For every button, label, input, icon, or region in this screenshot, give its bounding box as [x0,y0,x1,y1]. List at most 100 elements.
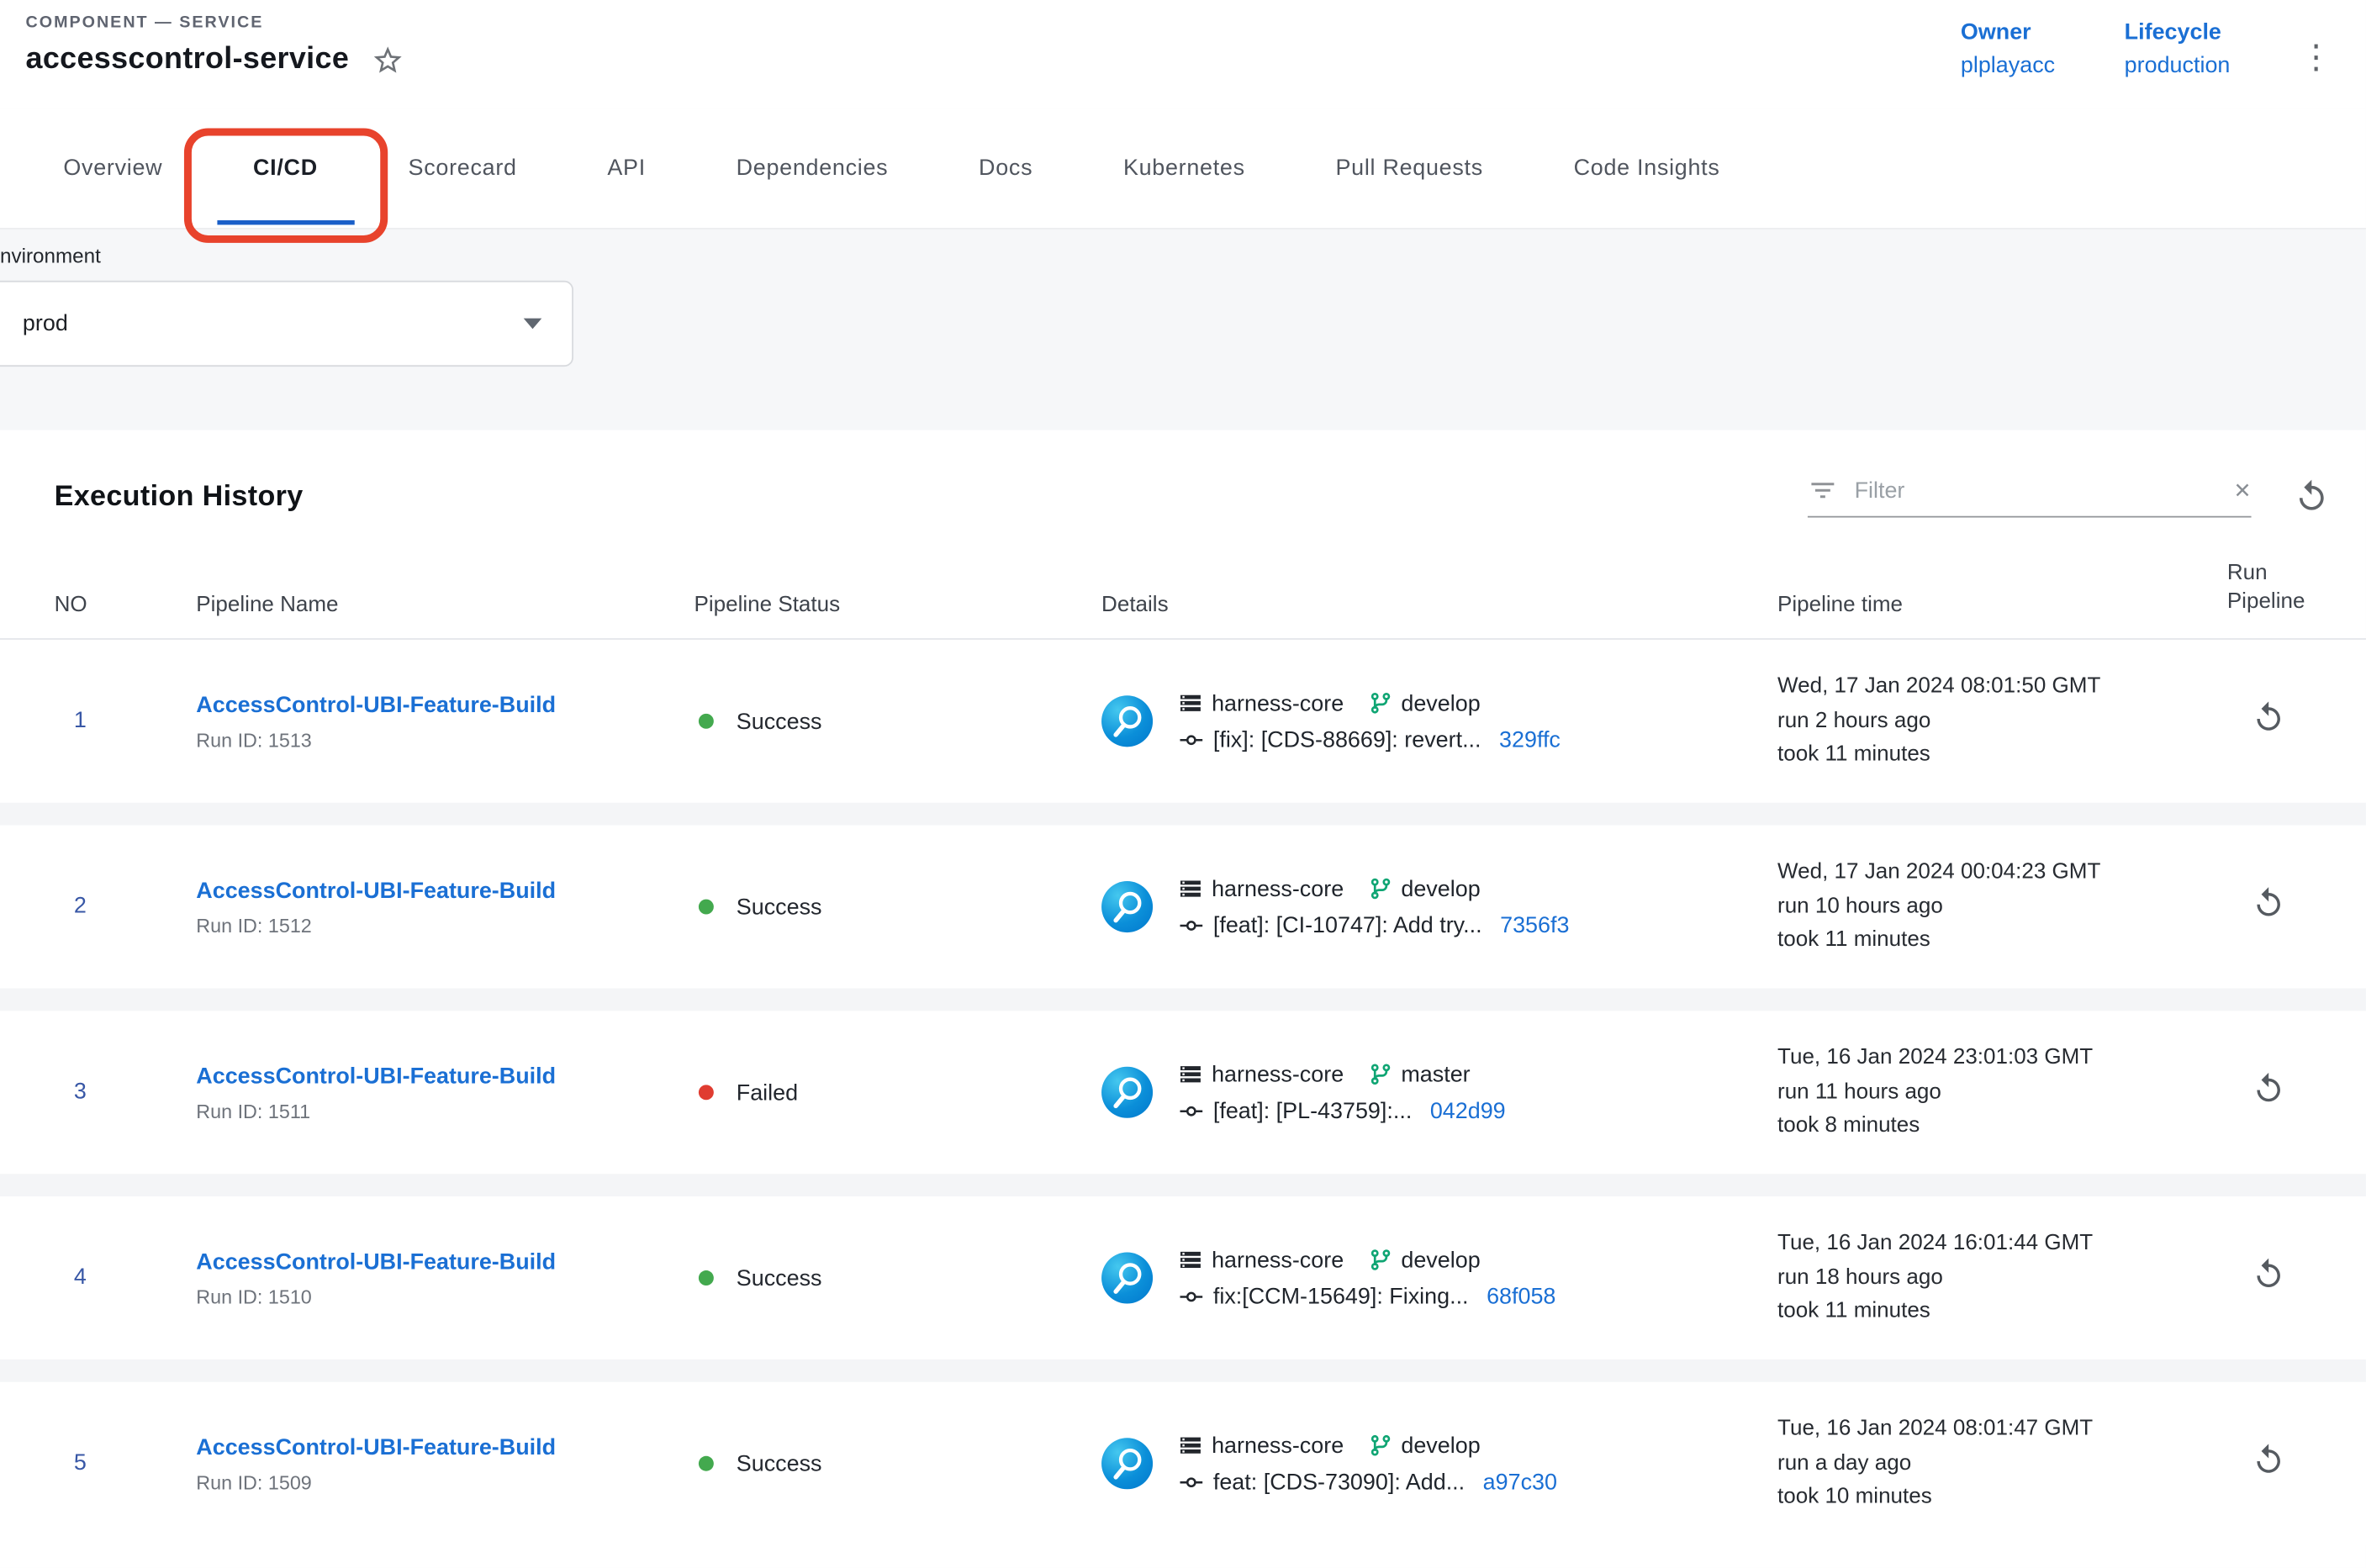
pipeline-name-link[interactable]: AccessControl-UBI-Feature-Build [196,1434,556,1460]
column-run-line2: Pipeline [2227,589,2336,617]
repository-name: harness-core [1212,876,1344,902]
branch-name: develop [1401,690,1480,716]
status-dot [699,1456,714,1471]
refresh-icon[interactable] [2294,478,2330,515]
execution-row: 3 AccessControl-UBI-Feature-Build Run ID… [0,1011,2366,1174]
pipeline-name-link[interactable]: AccessControl-UBI-Feature-Build [196,1249,556,1275]
tab-bar: Overview CI/CD Scorecard API Dependencie… [0,108,2366,230]
column-pipeline-status: Pipeline Status [694,593,1102,617]
lifecycle-label: Lifecycle [2125,19,2231,45]
commit-hash-link[interactable]: 7356f3 [1500,912,1569,938]
tab-cicd[interactable]: CI/CD [208,108,363,228]
repository-name: harness-core [1212,690,1344,716]
run-id-label: Run ID: 1511 [196,1099,694,1122]
column-run-line1: Run [2227,560,2336,589]
table-header: NO Pipeline Name Pipeline Status Details… [0,560,2366,640]
execution-row: 5 AccessControl-UBI-Feature-Build Run ID… [0,1382,2366,1545]
row-number-link[interactable]: 2 [55,893,87,919]
owner-meta: Owner plplayacc [1961,19,2055,78]
git-commit-icon [1179,1469,1205,1495]
column-pipeline-time: Pipeline time [1777,593,2227,617]
filter-input[interactable] [1855,478,2217,504]
clear-filter-icon[interactable]: ✕ [2233,478,2251,504]
tab-docs[interactable]: Docs [933,108,1078,228]
commit-hash-link[interactable]: 042d99 [1430,1098,1506,1124]
pipeline-name-link[interactable]: AccessControl-UBI-Feature-Build [196,878,556,904]
commit-hash-link[interactable]: a97c30 [1483,1469,1557,1495]
pipeline-icon [1101,695,1153,747]
git-branch-icon [1368,877,1392,901]
run-id-label: Run ID: 1513 [196,728,694,751]
row-divider [0,988,2366,1011]
branch-name: master [1401,1062,1470,1088]
pipeline-icon [1101,881,1153,932]
entity-header: COMPONENT — SERVICE accesscontrol-servic… [0,0,2366,108]
pipeline-icon [1101,1067,1153,1118]
more-options-icon[interactable]: ⋮ [2300,19,2332,74]
filter-area: ✕ [1808,475,2330,517]
entity-header-left: COMPONENT — SERVICE accesscontrol-servic… [26,13,405,108]
repository-icon [1179,877,1203,901]
row-divider [0,803,2366,826]
run-pipeline-icon[interactable] [2252,885,2286,920]
environment-select[interactable]: prod [0,281,573,367]
run-id-label: Run ID: 1512 [196,914,694,937]
run-pipeline-icon[interactable] [2252,700,2286,735]
tab-scorecard[interactable]: Scorecard [363,108,562,228]
pipeline-name-link[interactable]: AccessControl-UBI-Feature-Build [196,1063,556,1089]
tab-pull-requests[interactable]: Pull Requests [1291,108,1529,228]
pipeline-icon [1101,1438,1153,1489]
tab-kubernetes[interactable]: Kubernetes [1078,108,1291,228]
column-details: Details [1101,593,1777,617]
pipeline-date: Wed, 17 Jan 2024 00:04:23 GMT [1777,856,2227,890]
run-pipeline-icon[interactable] [2252,1071,2286,1106]
repository-icon [1179,1062,1203,1086]
pipeline-run-ago: run a day ago [1777,1447,2227,1481]
owner-link[interactable]: plplayacc [1961,53,2055,79]
repository-icon [1179,1433,1203,1458]
tab-overview[interactable]: Overview [18,108,209,228]
run-pipeline-icon[interactable] [2252,1443,2286,1477]
tab-api[interactable]: API [562,108,691,228]
column-no: NO [55,593,197,617]
filter-field[interactable]: ✕ [1808,475,2252,517]
branch-name: develop [1401,1433,1480,1459]
row-number-link[interactable]: 1 [55,708,87,734]
git-branch-icon [1368,1433,1392,1458]
row-number-link[interactable]: 5 [55,1450,87,1476]
pipeline-duration: took 11 minutes [1777,924,2227,958]
page-title: accesscontrol-service [26,42,350,77]
row-number-link[interactable]: 4 [55,1264,87,1291]
environment-selected-value: prod [23,311,68,337]
git-branch-icon [1368,691,1392,715]
tab-code-insights[interactable]: Code Insights [1529,108,1766,228]
run-pipeline-icon[interactable] [2252,1257,2286,1291]
pipeline-name-link[interactable]: AccessControl-UBI-Feature-Build [196,692,556,718]
status-label: Failed [737,1080,798,1106]
commit-message: [fix]: [CDS-88669]: revert... [1213,726,1481,752]
app-root: COMPONENT — SERVICE accesscontrol-servic… [0,0,2366,1568]
branch-name: develop [1401,876,1480,902]
entity-header-right: Owner plplayacc Lifecycle production ⋮ [1961,13,2333,108]
pipeline-icon [1101,1253,1153,1304]
favorite-star-icon[interactable] [372,43,404,76]
tab-dependencies[interactable]: Dependencies [691,108,933,228]
git-branch-icon [1368,1062,1392,1086]
status-dot [699,714,714,729]
commit-hash-link[interactable]: 68f058 [1487,1283,1555,1309]
commit-message: [feat]: [CI-10747]: Add try... [1213,912,1482,938]
filter-icon [1808,475,1838,505]
table-body: 1 AccessControl-UBI-Feature-Build Run ID… [0,640,2366,1545]
git-commit-icon [1179,726,1205,752]
lifecycle-meta: Lifecycle production [2125,19,2231,78]
row-number-link[interactable]: 3 [55,1079,87,1105]
lifecycle-link[interactable]: production [2125,53,2231,79]
commit-hash-link[interactable]: 329ffc [1499,726,1561,752]
status-label: Success [737,1265,822,1291]
tab-cicd-label: CI/CD [253,156,318,182]
repository-name: harness-core [1212,1433,1344,1459]
pipeline-duration: took 11 minutes [1777,1295,2227,1328]
pipeline-duration: took 11 minutes [1777,738,2227,772]
status-label: Success [737,894,822,920]
execution-history-panel: Execution History ✕ NO Pipeline Name Pip… [0,430,2366,1567]
